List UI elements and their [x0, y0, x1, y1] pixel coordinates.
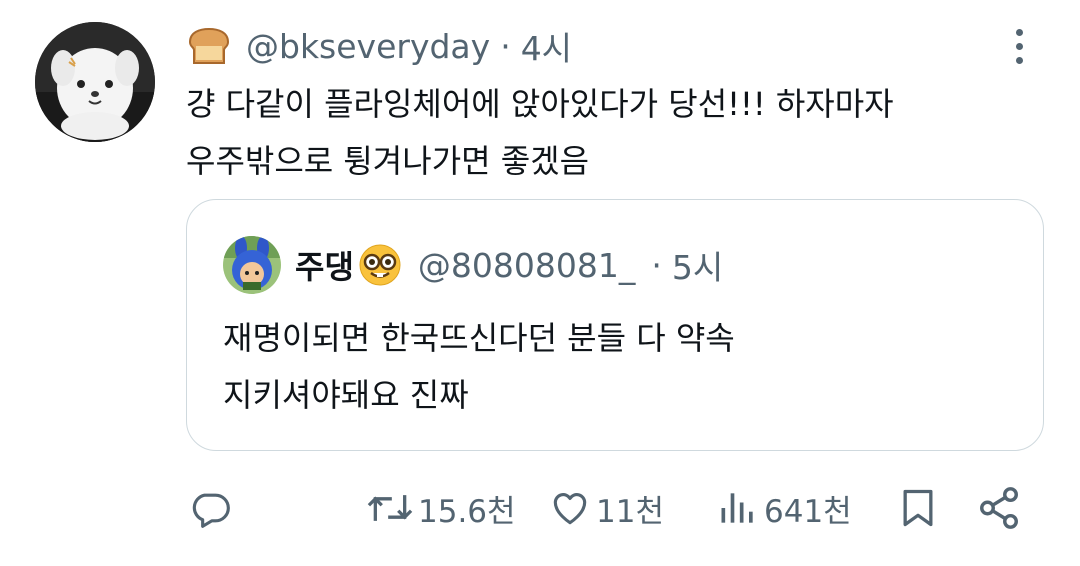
more-dot-icon: [1015, 28, 1023, 36]
author-handle[interactable]: @bkseveryday: [246, 27, 490, 66]
bread-emoji-icon: [188, 27, 230, 64]
quoted-tweet-header: 주댕 @80808081_ · 5시: [295, 240, 723, 290]
quoted-tweet[interactable]: 주댕 @80808081_ · 5시 재명이되면 한국뜨신다던 분들 다 약속 …: [186, 199, 1044, 451]
more-dot-icon: [1015, 56, 1023, 64]
bookmark-icon: [903, 489, 933, 527]
retweet-icon: [367, 495, 413, 521]
quoted-author-avatar[interactable]: [223, 236, 281, 294]
views-icon: [721, 493, 753, 523]
separator-dot: ·: [500, 26, 511, 66]
tweet-text-line: 걍 다같이 플라잉체어에 앉아있다가 당선!!! 하자마자: [186, 85, 894, 123]
like-button[interactable]: 11천: [548, 478, 664, 538]
share-icon: [980, 487, 1018, 529]
puppy-avatar-icon: [35, 22, 155, 142]
author-avatar[interactable]: [35, 22, 155, 142]
reply-button[interactable]: [188, 478, 232, 538]
views-count: 641천: [764, 493, 852, 530]
heart-icon: [553, 493, 587, 525]
quoted-tweet-time[interactable]: 5시: [672, 241, 723, 289]
quoted-author-name[interactable]: 주댕: [295, 242, 354, 288]
separator-dot: ·: [651, 245, 662, 285]
share-button[interactable]: [976, 478, 1022, 538]
more-dot-icon: [1015, 42, 1023, 50]
retweet-button[interactable]: 15.6천: [366, 478, 516, 538]
tweet-time[interactable]: 4시: [521, 22, 572, 70]
like-count: 11천: [596, 493, 664, 530]
tweet-text: 걍 다같이 플라잉체어에 앉아있다가 당선!!! 하자마자 우주밖으로 튕겨나가…: [186, 76, 1046, 190]
quoted-text-line: 재명이되면 한국뜨신다던 분들 다 약속: [223, 319, 735, 357]
tweet-header: @bkseveryday · 4시: [186, 24, 572, 68]
quoted-author-handle[interactable]: @80808081_: [418, 246, 635, 285]
nerd-face-emoji-icon: [359, 244, 401, 286]
quoted-text-line: 지키셔야돼요 진짜: [223, 376, 469, 414]
reply-icon: [192, 493, 230, 528]
bookmark-button[interactable]: [896, 478, 940, 538]
more-options-button[interactable]: [1004, 24, 1034, 68]
quoted-tweet-text: 재명이되면 한국뜨신다던 분들 다 약속 지키셔야돼요 진짜: [223, 310, 1003, 424]
bunny-hood-avatar-icon: [223, 236, 281, 294]
tweet-text-line: 우주밖으로 튕겨나가면 좋겠음: [186, 142, 590, 180]
tweet-action-bar: 15.6천 11천 641천: [0, 478, 1080, 538]
views-button[interactable]: 641천: [716, 478, 852, 538]
retweet-count: 15.6천: [418, 493, 516, 530]
